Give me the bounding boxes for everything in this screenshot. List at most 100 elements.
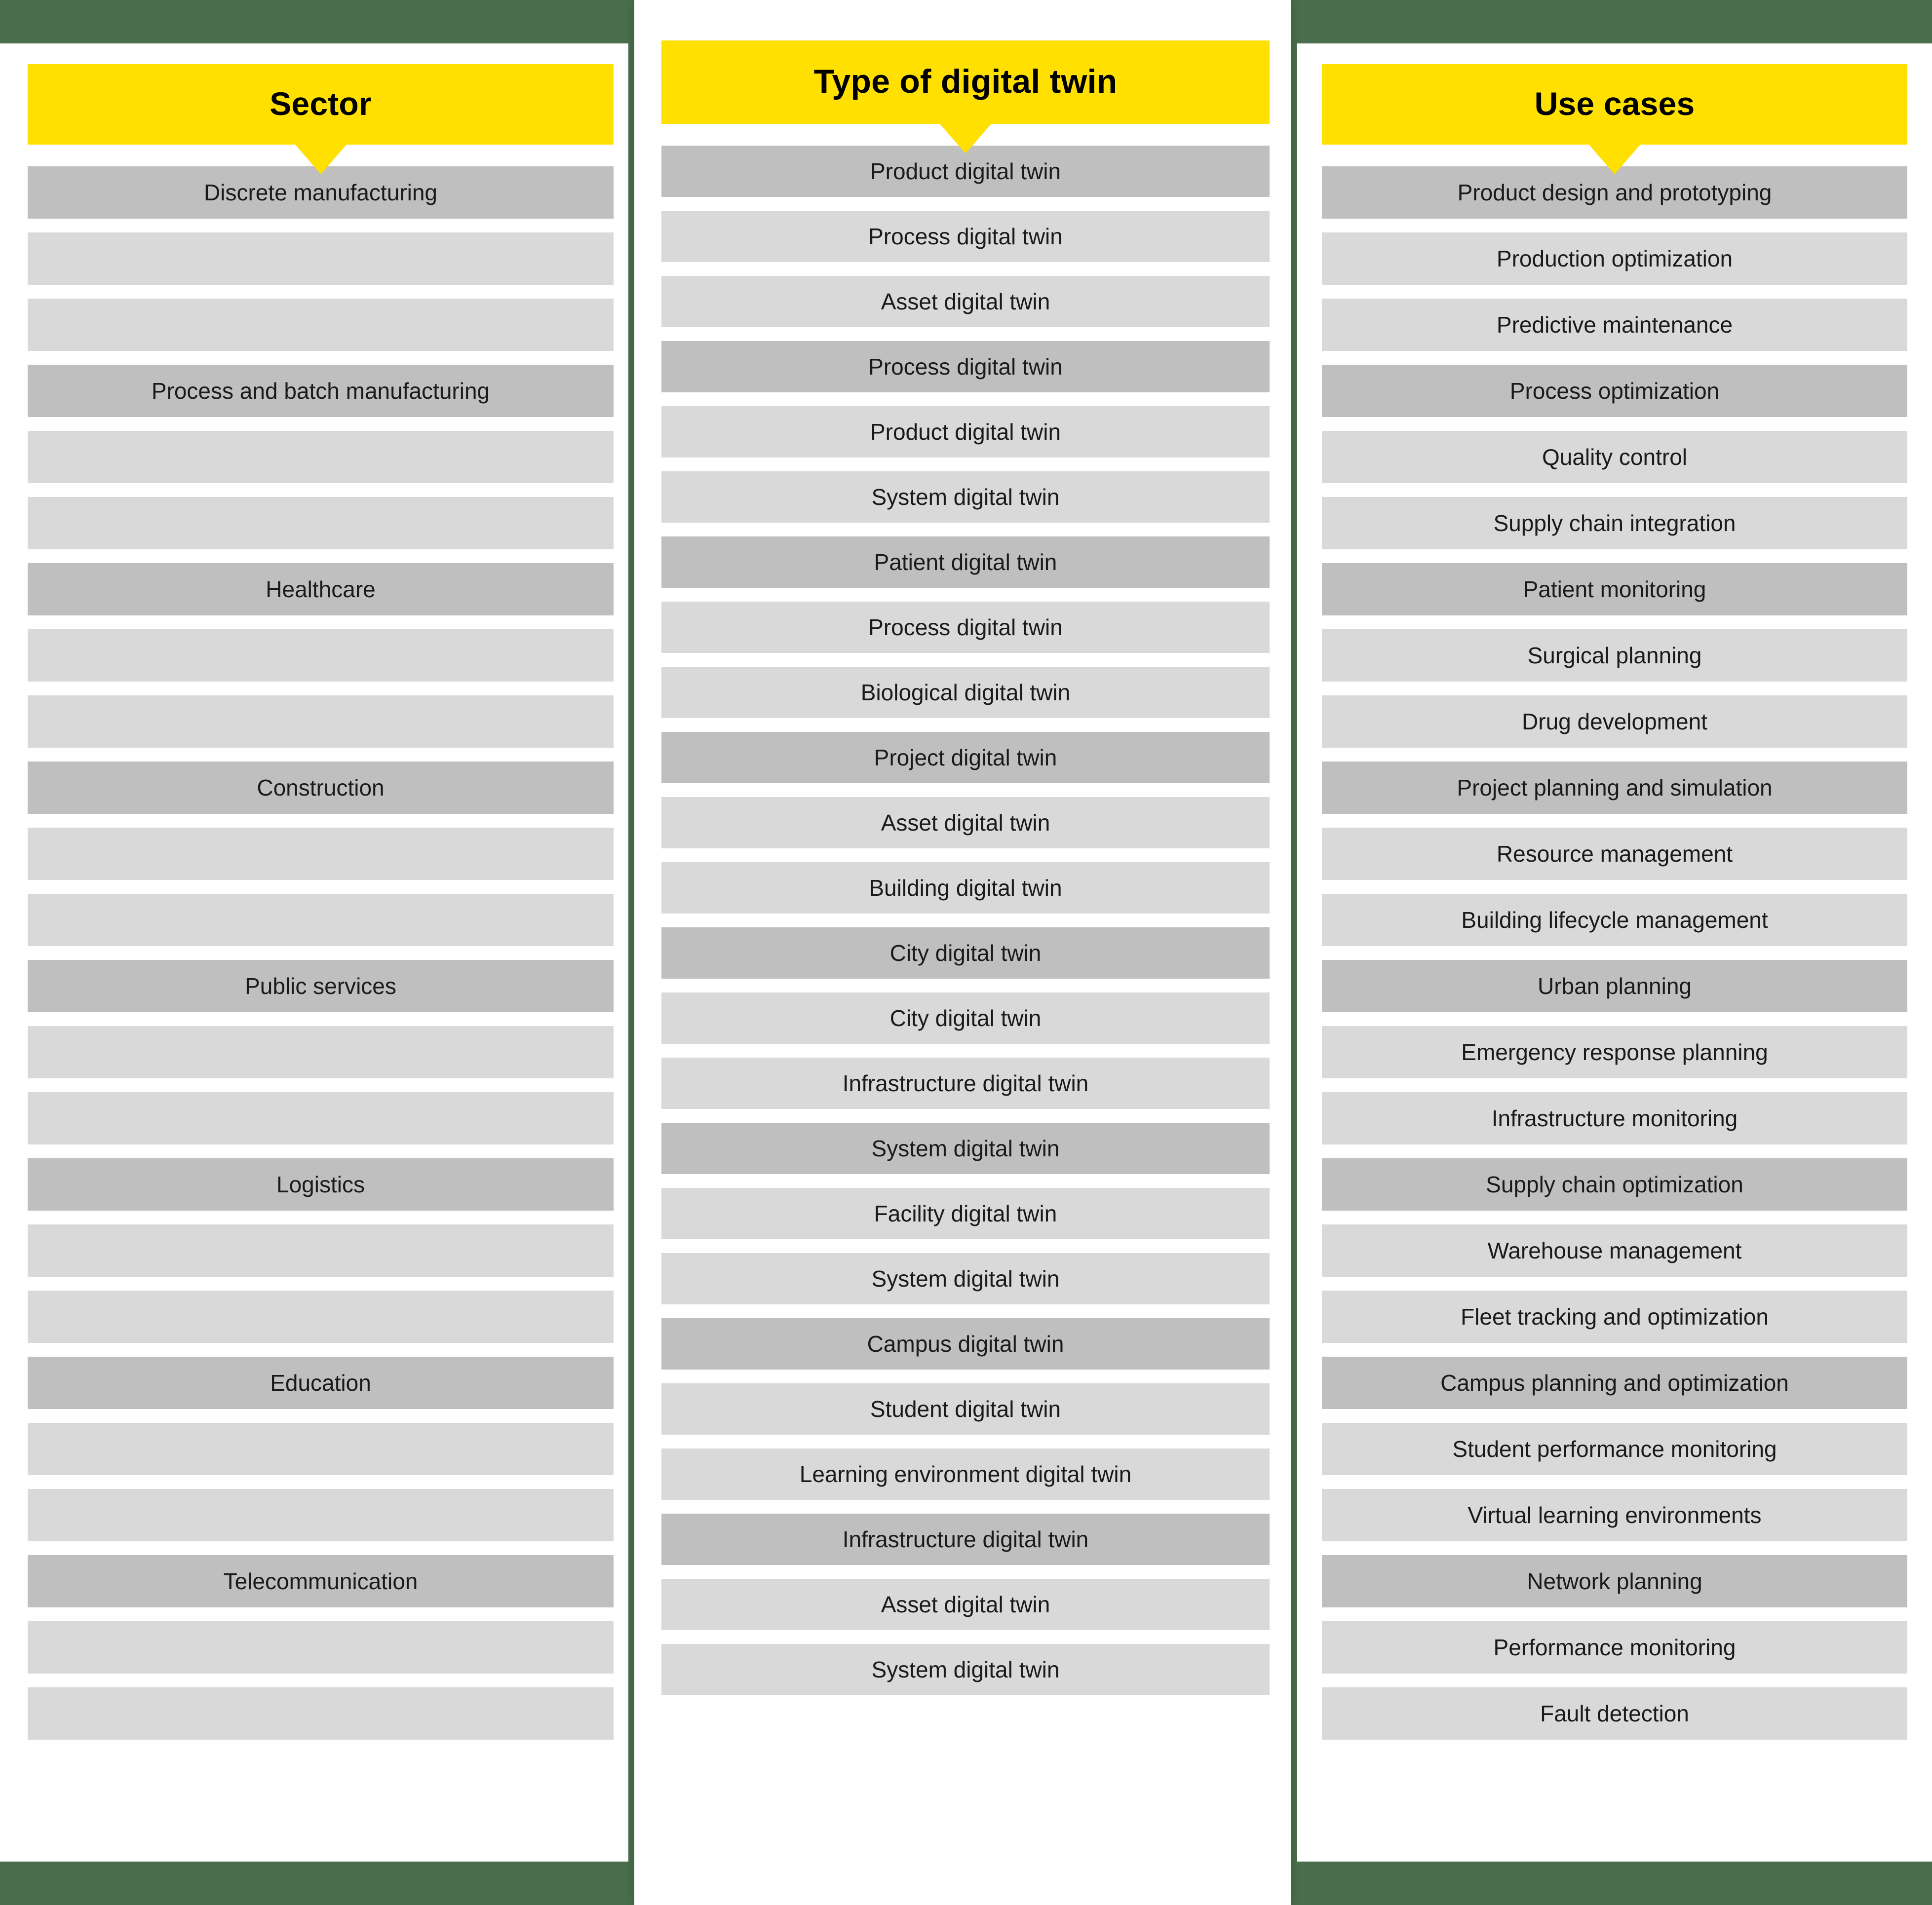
use-cases-row: Production optimization	[1322, 232, 1907, 285]
use-cases-row: Campus planning and optimization	[1322, 1356, 1907, 1409]
use-cases-row-label: Project planning and simulation	[1457, 774, 1773, 800]
sector-row-list: Discrete manufacturing Process and batch …	[28, 166, 614, 1753]
type-of-digital-twin-row: Building digital twin	[661, 862, 1270, 914]
sector-row-label: Logistics	[276, 1171, 365, 1197]
use-cases-row-label: Surgical planning	[1527, 642, 1702, 668]
use-cases-row-label: Quality control	[1542, 444, 1687, 470]
use-cases-row-label: Fault detection	[1540, 1700, 1689, 1726]
type-of-digital-twin-row-label: Learning environment digital twin	[799, 1461, 1132, 1487]
sector-header-bubble: Sector	[28, 64, 614, 174]
sector-row-empty	[28, 695, 614, 748]
type-of-digital-twin-row: Infrastructure digital twin	[661, 1513, 1270, 1565]
use-cases-row-label: Virtual learning environments	[1468, 1502, 1762, 1528]
type-of-digital-twin-row-label: Process digital twin	[868, 614, 1063, 640]
type-of-digital-twin-row-label: System digital twin	[871, 1135, 1060, 1161]
use-cases-row-label: Warehouse management	[1487, 1237, 1742, 1263]
sector-row-empty	[28, 1026, 614, 1078]
sector-row: Process and batch manufacturing	[28, 364, 614, 417]
use-cases-row: Urban planning	[1322, 959, 1907, 1012]
type-of-digital-twin-row: Student digital twin	[661, 1383, 1270, 1435]
use-cases-row: Predictive maintenance	[1322, 298, 1907, 351]
sector-row: Public services	[28, 959, 614, 1012]
use-cases-row: Supply chain optimization	[1322, 1158, 1907, 1211]
type-of-digital-twin-row: System digital twin	[661, 1122, 1270, 1174]
use-cases-row-label: Process optimization	[1509, 378, 1720, 404]
use-cases-row-label: Supply chain integration	[1493, 510, 1736, 536]
use-cases-row: Quality control	[1322, 430, 1907, 483]
type-of-digital-twin-row-label: Process digital twin	[868, 223, 1063, 249]
sector-row-empty	[28, 298, 614, 351]
type-of-digital-twin-header-title: Type of digital twin	[813, 63, 1118, 100]
type-of-digital-twin-row-label: City digital twin	[889, 940, 1042, 966]
sector-row: Telecommunication	[28, 1555, 614, 1607]
use-cases-row: Project planning and simulation	[1322, 761, 1907, 814]
sector-row-empty	[28, 430, 614, 483]
use-cases-row: Student performance monitoring	[1322, 1422, 1907, 1475]
use-cases-row: Warehouse management	[1322, 1224, 1907, 1277]
sector-row-empty	[28, 1621, 614, 1674]
type-of-digital-twin-row-list: Product digital twin Process digital twin…	[661, 145, 1270, 1709]
sector-row-label: Process and batch manufacturing	[151, 378, 490, 404]
use-cases-row: Fleet tracking and optimization	[1322, 1290, 1907, 1343]
use-cases-row: Supply chain integration	[1322, 496, 1907, 549]
use-cases-row: Network planning	[1322, 1555, 1907, 1607]
use-cases-row-label: Performance monitoring	[1493, 1634, 1736, 1660]
use-cases-row-label: Resource management	[1496, 840, 1733, 867]
use-cases-header-bubble: Use cases	[1322, 64, 1907, 174]
use-cases-row-list: Product design and prototyping Production…	[1322, 166, 1907, 1753]
sector-header-title: Sector	[270, 85, 372, 122]
sector-row-label: Construction	[257, 774, 385, 800]
type-of-digital-twin-row: Project digital twin	[661, 731, 1270, 783]
use-cases-row-label: Campus planning and optimization	[1440, 1370, 1789, 1396]
use-cases-row-label: Product design and prototyping	[1457, 179, 1772, 205]
use-cases-row-label: Supply chain optimization	[1486, 1171, 1743, 1197]
use-cases-row-label: Production optimization	[1496, 245, 1733, 271]
type-of-digital-twin-row: Asset digital twin	[661, 275, 1270, 327]
type-of-digital-twin-row-label: Process digital twin	[868, 353, 1063, 380]
use-cases-row: Virtual learning environments	[1322, 1488, 1907, 1541]
sector-row-empty	[28, 232, 614, 285]
diagram-page: Sector Discrete manufacturing Process and…	[0, 0, 1932, 1905]
sector-row-label: Healthcare	[266, 576, 376, 602]
sector-row-empty	[28, 1224, 614, 1277]
sector-row-empty	[28, 1290, 614, 1343]
use-cases-row: Resource management	[1322, 827, 1907, 880]
type-of-digital-twin-row: City digital twin	[661, 992, 1270, 1044]
use-cases-row: Surgical planning	[1322, 629, 1907, 682]
use-cases-row-label: Student performance monitoring	[1452, 1436, 1777, 1462]
type-of-digital-twin-row-label: System digital twin	[871, 1265, 1060, 1292]
type-of-digital-twin-row-label: Campus digital twin	[867, 1331, 1064, 1357]
use-cases-row-label: Network planning	[1527, 1568, 1702, 1594]
sector-row: Healthcare	[28, 563, 614, 615]
type-of-digital-twin-row: System digital twin	[661, 1253, 1270, 1304]
use-cases-row-label: Infrastructure monitoring	[1491, 1105, 1738, 1131]
type-of-digital-twin-row: Asset digital twin	[661, 797, 1270, 848]
sector-row-empty	[28, 1687, 614, 1740]
type-of-digital-twin-row: Asset digital twin	[661, 1578, 1270, 1630]
sector-row: Logistics	[28, 1158, 614, 1211]
type-of-digital-twin-row-label: Facility digital twin	[874, 1200, 1057, 1226]
use-cases-column: Use cases Product design and prototyping…	[1322, 64, 1907, 1753]
sector-row-empty	[28, 1092, 614, 1144]
use-cases-header-title: Use cases	[1534, 85, 1695, 122]
sector-column: Sector Discrete manufacturing Process and…	[28, 64, 614, 1753]
type-of-digital-twin-row: Learning environment digital twin	[661, 1448, 1270, 1500]
type-of-digital-twin-row: Facility digital twin	[661, 1187, 1270, 1239]
sector-row: Education	[28, 1356, 614, 1409]
use-cases-row: Process optimization	[1322, 364, 1907, 417]
type-of-digital-twin-row-label: System digital twin	[871, 484, 1060, 510]
type-of-digital-twin-row-label: Project digital twin	[874, 744, 1057, 770]
sector-row-label: Public services	[245, 973, 396, 999]
sector-row-label: Telecommunication	[223, 1568, 418, 1594]
use-cases-row-label: Building lifecycle management	[1461, 907, 1768, 933]
type-of-digital-twin-row: Campus digital twin	[661, 1318, 1270, 1370]
use-cases-row: Patient monitoring	[1322, 563, 1907, 615]
type-of-digital-twin-row-label: Asset digital twin	[881, 288, 1050, 314]
type-of-digital-twin-row: City digital twin	[661, 927, 1270, 979]
use-cases-row: Emergency response planning	[1322, 1026, 1907, 1078]
use-cases-row-label: Urban planning	[1537, 973, 1692, 999]
type-of-digital-twin-row-label: City digital twin	[889, 1005, 1042, 1031]
type-of-digital-twin-row: Biological digital twin	[661, 666, 1270, 718]
sector-row-empty	[28, 827, 614, 880]
type-of-digital-twin-row: Patient digital twin	[661, 536, 1270, 588]
